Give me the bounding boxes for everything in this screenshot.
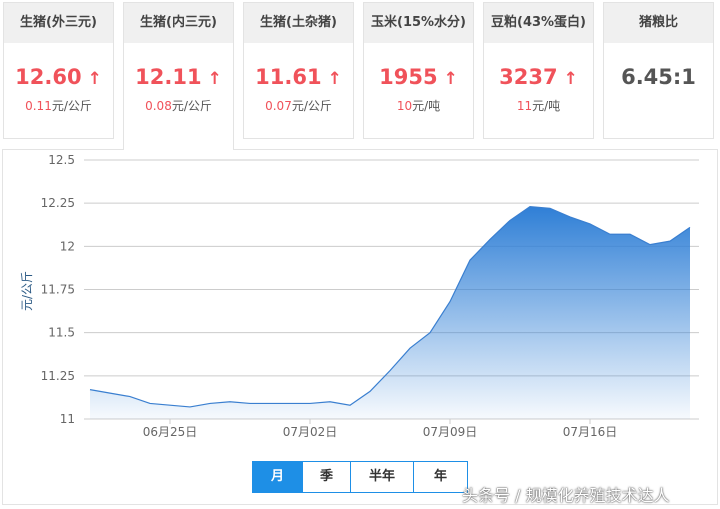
y-tick-label: 12.25: [41, 196, 75, 210]
card-value: 3237 ↑: [484, 65, 593, 89]
card-title: 生猪(土杂猪): [244, 3, 353, 43]
card-title: 豆粕(43%蛋白): [484, 3, 593, 43]
watermark: 头条号 / 规模化养殖技术达人: [462, 486, 670, 505]
price-card[interactable]: 生猪(土杂猪) 11.61 ↑ 0.07元/公斤: [243, 2, 354, 139]
x-tick-label: 07月16日: [563, 425, 618, 439]
price-value: 6.45:1: [621, 65, 696, 89]
price-value: 11.61: [255, 65, 322, 89]
change-unit: 元/吨: [412, 99, 441, 113]
card-value: 11.61 ↑: [244, 65, 353, 89]
price-card[interactable]: 生猪(内三元) 12.11 ↑ 0.08元/公斤: [123, 2, 234, 150]
x-tick-label: 07月02日: [283, 425, 338, 439]
y-axis-label: 元/公斤: [20, 271, 34, 311]
card-change: 10元/吨: [364, 97, 473, 114]
change-amount: 0.08: [145, 99, 172, 113]
price-card[interactable]: 生猪(外三元) 12.60 ↑ 0.11元/公斤: [3, 2, 114, 139]
y-tick-label: 11: [60, 412, 75, 426]
card-change: 0.11元/公斤: [4, 97, 113, 114]
change-amount: 0.11: [25, 99, 52, 113]
range-quarter-button[interactable]: 季: [303, 462, 351, 492]
price-chart: 11 11.25 11.5 11.75 12 12.25 12.5 06月25日 07月02日 0…: [20, 153, 699, 439]
area-fill: [90, 206, 690, 419]
change-amount: 10: [396, 99, 413, 113]
card-change: 0.08元/公斤: [124, 97, 233, 114]
card-change: 11元/吨: [484, 97, 593, 114]
card-value: 12.60 ↑: [4, 65, 113, 89]
card-value: 12.11 ↑: [124, 65, 233, 89]
change-unit: 元/公斤: [291, 99, 332, 113]
change-unit: 元/吨: [532, 99, 561, 113]
chart-panel: 11 11.25 11.5 11.75 12 12.25 12.5 06月25日 07月02日 0…: [2, 149, 718, 505]
y-tick-label: 12.5: [48, 153, 75, 167]
price-card[interactable]: 豆粕(43%蛋白) 3237 ↑ 11元/吨: [483, 2, 594, 139]
range-month-button[interactable]: 月: [253, 462, 303, 492]
card-title: 玉米(15%水分): [364, 3, 473, 43]
y-tick-label: 11.5: [48, 326, 75, 340]
card-title: 猪粮比: [604, 3, 713, 43]
range-selector: 月 季 半年 年: [252, 461, 468, 493]
y-tick-label: 12: [60, 239, 75, 253]
card-title: 生猪(外三元): [4, 3, 113, 43]
range-halfyear-button[interactable]: 半年: [351, 462, 414, 492]
price-card[interactable]: 猪粮比 6.45:1: [603, 2, 714, 139]
arrow-up-icon: ↑: [563, 69, 578, 89]
card-value: 6.45:1: [604, 65, 713, 89]
card-title: 生猪(内三元): [124, 3, 233, 43]
price-card[interactable]: 玉米(15%水分) 1955 ↑ 10元/吨: [363, 2, 474, 139]
price-value: 12.11: [135, 65, 202, 89]
price-value: 3237: [499, 65, 558, 89]
y-tick-label: 11.75: [41, 283, 75, 297]
card-change: 0.07元/公斤: [244, 97, 353, 114]
change-unit: 元/公斤: [51, 99, 92, 113]
arrow-up-icon: ↑: [87, 69, 102, 89]
change-amount: 11: [516, 99, 533, 113]
arrow-up-icon: ↑: [327, 69, 342, 89]
change-amount: 0.07: [265, 99, 292, 113]
x-tick-label: 06月25日: [143, 425, 198, 439]
card-value: 1955 ↑: [364, 65, 473, 89]
y-tick-label: 11.25: [41, 369, 75, 383]
x-tick-label: 07月09日: [423, 425, 478, 439]
arrow-up-icon: ↑: [443, 69, 458, 89]
range-year-button[interactable]: 年: [414, 462, 467, 492]
arrow-up-icon: ↑: [207, 69, 222, 89]
price-value: 12.60: [15, 65, 82, 89]
price-value: 1955: [379, 65, 438, 89]
change-unit: 元/公斤: [171, 99, 212, 113]
